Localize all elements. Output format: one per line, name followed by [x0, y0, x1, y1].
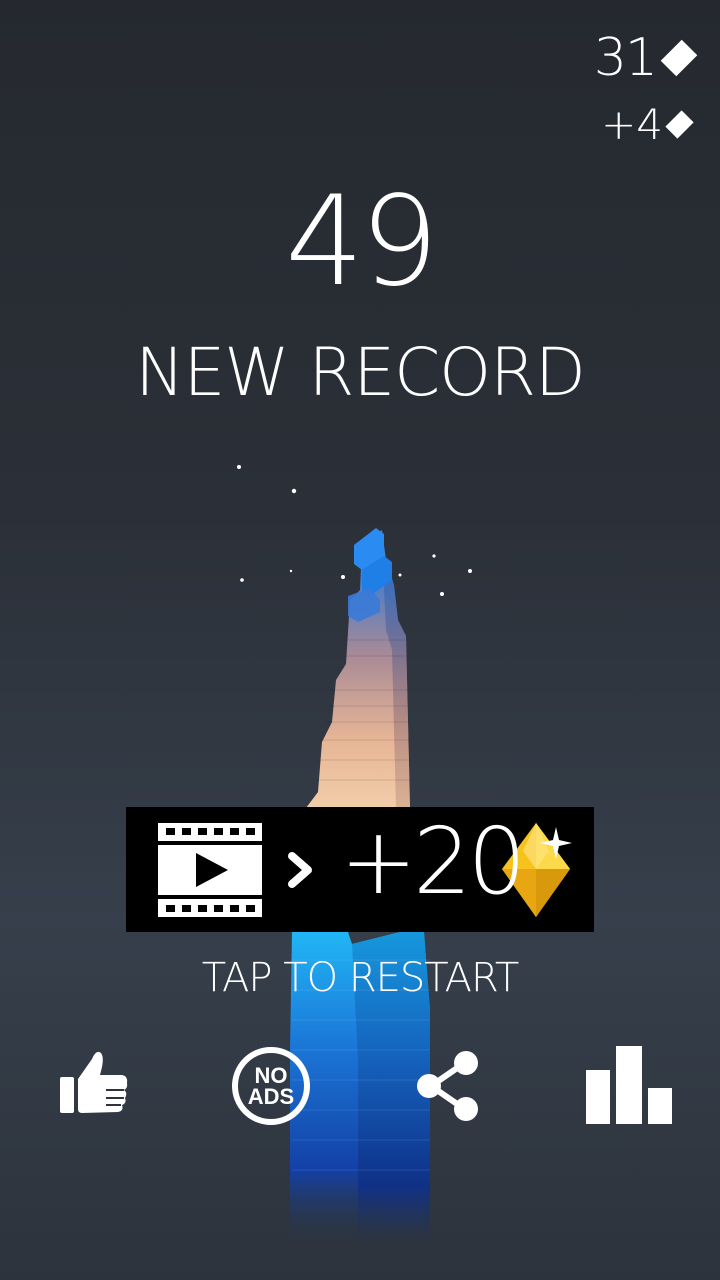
- diamond-icon: [660, 39, 698, 77]
- no-ads-line2: ADS: [248, 1084, 294, 1109]
- upper-tower: [306, 528, 410, 808]
- star-particles: [237, 465, 472, 596]
- leaderboard-icon: [586, 1046, 672, 1124]
- video-reward-amount: +20: [340, 808, 526, 915]
- thumbs-up-icon: [60, 1051, 128, 1113]
- diamond-icon: [665, 110, 694, 139]
- rate-button[interactable]: [58, 1045, 130, 1117]
- score-display: 49: [285, 170, 439, 314]
- gem-total-value: 31: [593, 28, 658, 88]
- gem-gain-counter: +4: [601, 100, 694, 149]
- chevron-right-icon: [288, 852, 312, 888]
- no-ads-icon: NO ADS: [232, 1047, 310, 1125]
- no-ads-button[interactable]: NO ADS: [231, 1046, 311, 1126]
- film-play-icon: [158, 823, 262, 917]
- share-button[interactable]: [414, 1050, 484, 1122]
- gem-total-counter: 31: [593, 28, 698, 88]
- share-icon: [417, 1051, 478, 1121]
- leaderboard-button[interactable]: [586, 1046, 672, 1126]
- new-record-label: NEW RECORD: [135, 334, 586, 411]
- gem-gain-value: +4: [601, 100, 663, 149]
- tap-to-restart-label[interactable]: TAP TO RESTART: [0, 955, 720, 1001]
